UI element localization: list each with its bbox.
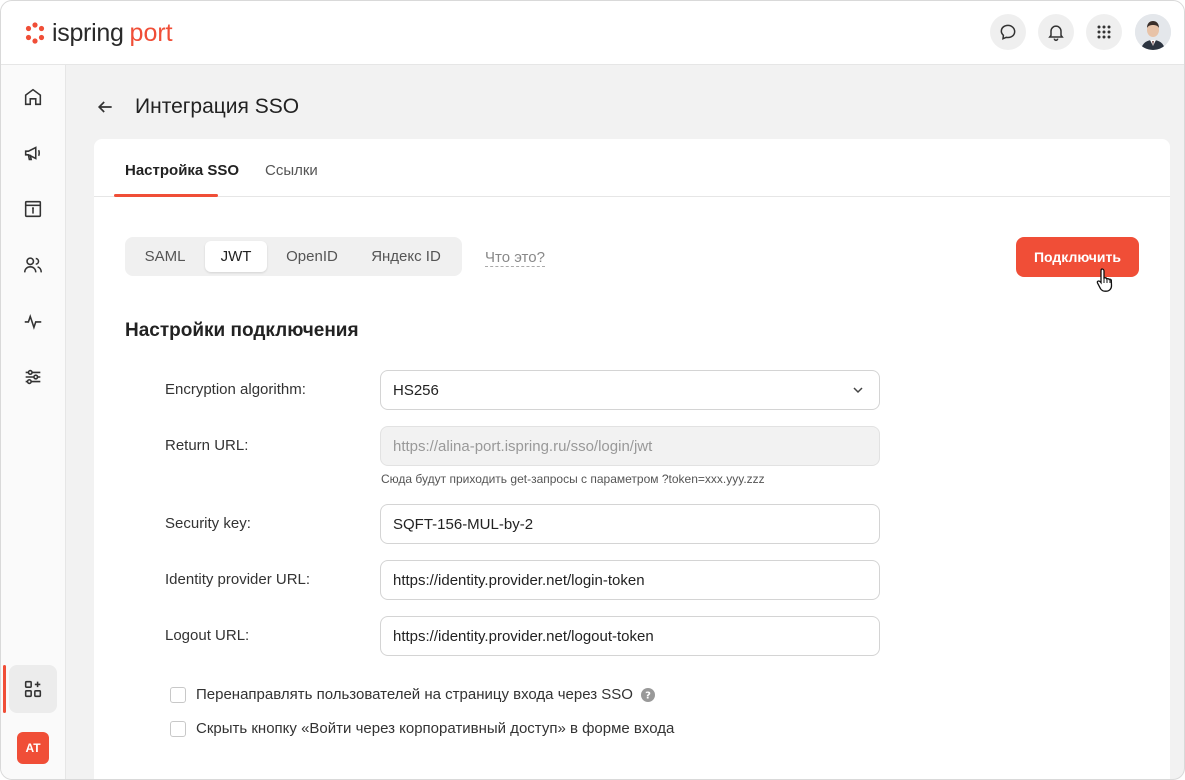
protocol-saml[interactable]: SAML <box>133 241 197 272</box>
encryption-value: HS256 <box>393 381 439 399</box>
user-avatar[interactable] <box>1135 14 1171 50</box>
redirect-sso-checkbox[interactable] <box>170 686 186 703</box>
logout-url-value: https://identity.provider.net/logout-tok… <box>393 627 654 645</box>
megaphone-icon <box>24 146 40 161</box>
apps-grid-icon <box>1097 25 1111 39</box>
top-bar: ispring port <box>1 1 1184 65</box>
settings-card: Настройка SSO Ссылки SAML JWT OpenID Янд… <box>94 139 1170 779</box>
sidebar-item-integrations[interactable] <box>9 665 57 713</box>
logout-url-label: Logout URL: <box>165 627 250 644</box>
chat-icon <box>1000 24 1016 40</box>
return-url-field: https://alina-port.ispring.ru/sso/login/… <box>380 426 880 466</box>
connect-button[interactable]: Подключить <box>1016 237 1139 277</box>
apps-button[interactable] <box>1086 14 1122 50</box>
page-header: Интеграция SSO <box>95 91 299 123</box>
sidebar-item-catalog[interactable] <box>13 189 53 229</box>
identity-url-value: https://identity.provider.net/login-toke… <box>393 571 645 589</box>
redirect-sso-label[interactable]: Перенаправлять пользователей на страницу… <box>196 686 633 703</box>
encryption-label: Encryption algorithm: <box>165 381 306 398</box>
logo-accent: port <box>129 18 173 47</box>
chevron-down-icon <box>853 387 863 394</box>
sidebar-item-announcements[interactable] <box>13 133 53 173</box>
page-title: Интеграция SSO <box>135 95 300 118</box>
tab-links[interactable]: Ссылки <box>265 162 318 179</box>
tab-bar: Настройка SSO Ссылки <box>94 139 1170 197</box>
identity-url-label: Identity provider URL: <box>165 571 311 588</box>
logo[interactable]: ispring port <box>23 17 173 49</box>
sidebar-item-settings[interactable] <box>13 357 53 397</box>
redirect-sso-option: Перенаправлять пользователей на страницу… <box>170 686 655 703</box>
protocol-jwt[interactable]: JWT <box>205 241 267 272</box>
hide-corporate-login-label[interactable]: Скрыть кнопку «Войти через корпоративный… <box>196 720 674 737</box>
activity-icon <box>24 313 42 330</box>
sidebar-item-home[interactable] <box>13 77 53 117</box>
security-key-input[interactable]: SQFT-156-MUL-by-2 <box>380 504 880 544</box>
back-arrow-icon[interactable] <box>95 97 115 117</box>
protocol-openid[interactable]: OpenID <box>275 241 349 272</box>
notifications-button[interactable] <box>1038 14 1074 50</box>
identity-url-input[interactable]: https://identity.provider.net/login-toke… <box>380 560 880 600</box>
hide-corporate-login-option: Скрыть кнопку «Войти через корпоративный… <box>170 720 674 737</box>
user-initials-badge[interactable]: AT <box>17 732 49 764</box>
avatar-photo-icon <box>1135 14 1171 50</box>
sidebar-active-marker <box>3 665 6 713</box>
active-tab-indicator <box>114 194 218 197</box>
hand-cursor-icon <box>1096 268 1113 292</box>
help-icon[interactable]: ? <box>640 687 655 702</box>
security-key-label: Security key: <box>165 515 251 532</box>
settings-sliders-icon <box>25 369 41 385</box>
home-icon <box>24 88 42 106</box>
logo-text: ispring <box>52 18 124 47</box>
encryption-select[interactable]: HS256 <box>380 370 880 410</box>
bell-icon <box>1048 25 1064 42</box>
hide-corporate-login-checkbox[interactable] <box>170 720 186 737</box>
security-key-value: SQFT-156-MUL-by-2 <box>393 515 534 533</box>
sidebar-item-activity[interactable] <box>13 301 53 341</box>
return-url-value: https://alina-port.ispring.ru/sso/login/… <box>393 437 653 455</box>
logout-url-input[interactable]: https://identity.provider.net/logout-tok… <box>380 616 880 656</box>
users-icon <box>23 257 43 273</box>
tab-sso-settings[interactable]: Настройка SSO <box>125 162 239 179</box>
catalog-icon <box>24 200 42 218</box>
svg-text:?: ? <box>645 690 651 701</box>
return-url-label: Return URL: <box>165 437 249 454</box>
what-is-this-link[interactable]: Что это? <box>485 249 545 267</box>
ispring-logo-icon <box>25 22 45 44</box>
chat-button[interactable] <box>990 14 1026 50</box>
protocol-yandex-id[interactable]: Яндекс ID <box>359 241 453 272</box>
sidebar: AT <box>1 65 66 779</box>
return-url-hint: Сюда будут приходить get-запросы с парам… <box>381 472 765 486</box>
app-window: ispring port AT Интеграция SSO Настройка… <box>0 0 1185 780</box>
section-title: Настройки подключения <box>125 320 359 341</box>
add-widget-icon <box>24 680 42 698</box>
sidebar-item-users[interactable] <box>13 245 53 285</box>
protocol-switcher: SAML JWT OpenID Яндекс ID <box>125 237 462 276</box>
